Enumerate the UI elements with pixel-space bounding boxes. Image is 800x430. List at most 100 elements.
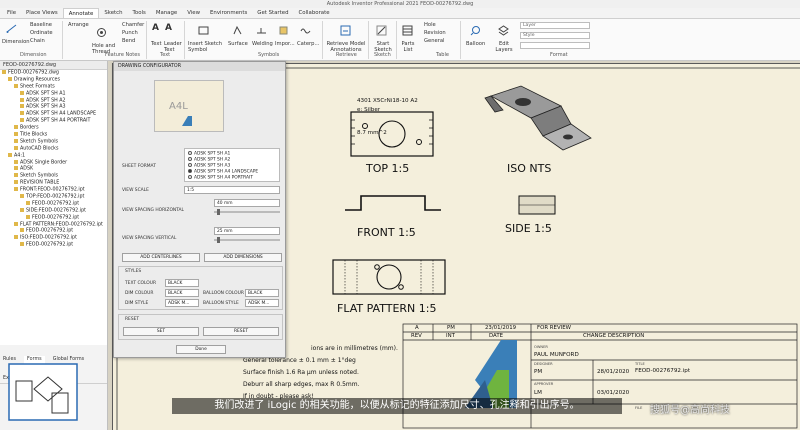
tab-file[interactable]: File (2, 8, 21, 18)
import-button[interactable]: Impor... (275, 41, 295, 47)
browser-item[interactable]: SIDE:FEOD-00276792.ipt (0, 207, 107, 215)
dim-colour-select[interactable]: BLACK (165, 289, 199, 297)
baseline-button[interactable]: Baseline (30, 22, 52, 28)
format-option-a4-landscape[interactable]: ADSK SPT SH A4 LANDSCAPE (188, 169, 258, 175)
chamfer-button[interactable]: Chamfer (122, 22, 144, 28)
browser-item[interactable]: REVISION TABLE (0, 180, 107, 187)
chain-button[interactable]: Chain (30, 38, 45, 44)
rev-by: PM (447, 325, 455, 331)
tab-view[interactable]: View (182, 8, 205, 18)
edit-layers-button[interactable]: Edit Layers (494, 41, 514, 53)
v-spacing-input[interactable]: 25 mm (214, 227, 280, 235)
browser-item-label: ADSK SPT SH A4 LANDSCAPE (26, 111, 97, 117)
v-spacing-slider-thumb[interactable] (217, 237, 220, 243)
balloon-icon (470, 26, 480, 36)
browser-item[interactable]: Borders (0, 125, 107, 132)
reset-button[interactable]: RESET (203, 327, 279, 336)
browser-item[interactable]: FEOD-00276792.ipt (0, 228, 107, 235)
browser-item[interactable]: Sheet Formats (0, 83, 107, 91)
browser-item[interactable]: FLAT PATTERN:FEOD-00276792.ipt (0, 221, 107, 229)
browser-item[interactable]: FRONT:FEOD-00276792.ipt (0, 187, 107, 194)
browser-item[interactable]: ADSK Single Border (0, 159, 107, 167)
punch-button[interactable]: Punch (122, 30, 138, 36)
view-label-front[interactable]: FRONT 1:5 (357, 226, 416, 239)
view-label-iso[interactable]: ISO NTS (507, 162, 551, 175)
insert-sketch-symbol-button[interactable]: Insert Sketch Symbol (188, 41, 226, 53)
browser-item[interactable]: A4:1 (0, 152, 107, 160)
tab-environments[interactable]: Environments (205, 8, 252, 18)
format-option-a2[interactable]: ADSK SPT SH A2 (188, 157, 230, 163)
text-colour-select[interactable]: BLACK (165, 279, 199, 287)
caterpillar-button[interactable]: Caterp... (297, 41, 319, 47)
view-scale-select[interactable]: 1:5 (184, 186, 280, 194)
tab-collaborate[interactable]: Collaborate (294, 8, 335, 18)
tab-tools[interactable]: Tools (128, 8, 151, 18)
area-text: 8.7 mm^2 (357, 130, 387, 136)
format-option-a1[interactable]: ADSK SPT SH A1 (188, 151, 230, 157)
browser-item[interactable]: Sketch Symbols (0, 138, 107, 146)
browser-item[interactable]: Sketch Symbols (0, 173, 107, 180)
h-spacing-label: VIEW SPACING HORIZONTAL (122, 208, 184, 213)
view-label-flat-pattern[interactable]: FLAT PATTERN 1:5 (337, 302, 436, 315)
welding-button[interactable]: Welding (252, 41, 273, 47)
browser-item-label: Drawing Resources (14, 77, 60, 83)
view-label-top[interactable]: TOP 1:5 (366, 162, 409, 175)
h-spacing-input[interactable]: 40 mm (214, 199, 280, 207)
set-button[interactable]: SET (123, 327, 199, 336)
browser-item[interactable]: ISO:FEOD-00276792.ipt (0, 235, 107, 242)
balloon-button[interactable]: Balloon (466, 41, 485, 47)
caterpillar-icon (300, 28, 311, 34)
tab-place-views[interactable]: Place Views (21, 8, 63, 18)
browser-item[interactable]: Drawing Resources (0, 76, 107, 84)
browser-item[interactable]: FEOD-00276792.ipt (0, 200, 107, 208)
balloon-colour-select[interactable]: BLACK (245, 289, 279, 297)
group-label-feature-notes: Feature Notes (105, 52, 140, 58)
browser-item-label: Borders (20, 125, 39, 131)
rev-header-desc: CHANGE DESCRIPTION (583, 333, 645, 339)
view-label-side[interactable]: SIDE 1:5 (505, 222, 552, 235)
hole-table-button[interactable]: Hole (424, 22, 436, 28)
browser-item[interactable]: ADSK SPT SH A3 (0, 104, 107, 111)
format-option-a4-portrait[interactable]: ADSK SPT SH A4 PORTRAIT (188, 175, 253, 181)
layer-combo[interactable]: Layer (520, 22, 590, 29)
parts-list-button[interactable]: Parts List (400, 41, 416, 53)
tab-annotate[interactable]: Annotate (62, 8, 100, 18)
note-3: Surface finish 1.6 Ra μm unless noted. (243, 369, 359, 376)
tab-sketch[interactable]: Sketch (99, 8, 127, 18)
done-button[interactable]: Done (176, 345, 226, 354)
browser-item[interactable]: ADSK (0, 166, 107, 173)
browser-item[interactable]: ADSK SPT SH A4 LANDSCAPE (0, 111, 107, 118)
style-combo[interactable]: Style (520, 32, 590, 39)
v-spacing-slider[interactable] (214, 237, 280, 243)
browser-item[interactable]: Title Blocks (0, 132, 107, 139)
dim-style-select[interactable]: ADSK M... (165, 299, 199, 307)
browser-item[interactable]: FEOD-00276792.ipt (0, 242, 107, 249)
revision-table-button[interactable]: Revision (424, 30, 446, 36)
folder-icon (14, 132, 18, 137)
format-combo-3[interactable] (520, 42, 590, 49)
dimension-button-label[interactable]: Dimension (2, 39, 30, 45)
browser-item[interactable]: FEOD-00276792.ipt (0, 214, 107, 222)
bend-button[interactable]: Bend (122, 38, 135, 44)
h-spacing-slider[interactable] (214, 209, 280, 215)
arrange-button[interactable]: Arrange (68, 22, 89, 28)
browser-item[interactable]: ADSK SPT SH A2 (0, 97, 107, 105)
browser-item[interactable]: AutoCAD Blocks (0, 145, 107, 153)
browser-item[interactable]: ADSK SPT SH A4 PORTRAIT (0, 118, 107, 125)
tab-get-started[interactable]: Get Started (252, 8, 293, 18)
format-option-a3[interactable]: ADSK SPT SH A3 (188, 163, 230, 169)
text-button[interactable]: Text (151, 41, 162, 47)
ordinate-button[interactable]: Ordinate (30, 30, 53, 36)
general-table-button[interactable]: General (424, 38, 444, 44)
balloon-style-select[interactable]: ADSK M... (245, 299, 279, 307)
form-thumbnail-icon[interactable] (8, 363, 78, 421)
folder-icon (20, 104, 24, 109)
tab-manage[interactable]: Manage (151, 8, 182, 18)
surface-button[interactable]: Surface (228, 41, 248, 47)
browser-item[interactable]: TOP:FEOD-00276792.ipt (0, 194, 107, 201)
browser-item[interactable]: FEOD-00276792.dwg (0, 70, 107, 77)
add-centerlines-button[interactable]: ADD CENTERLINES (122, 253, 200, 262)
add-dimensions-button[interactable]: ADD DIMENSIONS (204, 253, 282, 262)
browser-item[interactable]: ADSK SPT SH A1 (0, 90, 107, 98)
h-spacing-slider-thumb[interactable] (217, 209, 220, 215)
